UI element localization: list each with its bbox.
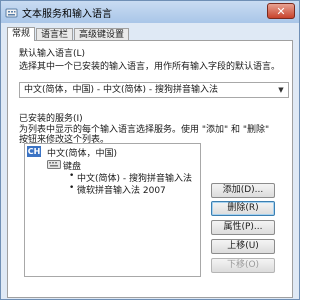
installed-services-tree[interactable]: CH 中文(简体，中国) 键盘 • 中文(简体) - 搜狗拼音输入法 • 微软拼… [24, 143, 201, 277]
keyboard-icon [47, 160, 61, 169]
tree-language-node[interactable]: 中文(简体，中国) [47, 146, 117, 159]
chevron-down-icon[interactable]: ▼ [274, 83, 288, 97]
remove-button[interactable]: 删除(R) [211, 201, 275, 216]
default-language-description: 选择其中一个已安装的输入语言，用作所有输入字段的默认语言。 [19, 62, 281, 72]
default-language-selected: 中文(简体，中国) - 中文(简体) - 搜狗拼音输入法 [24, 85, 218, 95]
close-button[interactable]: ✕ [267, 3, 295, 19]
tab-general[interactable]: 常规 [7, 27, 36, 41]
properties-button[interactable]: 属性(P)... [211, 220, 275, 235]
default-language-heading: 默认输入语言(L) [19, 49, 86, 59]
keyboard-globe-icon [5, 6, 18, 19]
tab-strip: 常规 语言栏 高级键设置 [7, 27, 130, 41]
move-down-button[interactable]: 下移(O) [211, 258, 275, 273]
close-icon: ✕ [276, 4, 286, 18]
tree-bullet-icon: • [69, 171, 75, 181]
window-title: 文本服务和输入语言 [22, 8, 112, 20]
move-up-button[interactable]: 上移(U) [211, 239, 275, 254]
add-button[interactable]: 添加(D)... [211, 183, 275, 198]
tree-bullet-icon: • [69, 183, 75, 193]
tree-service-item[interactable]: 微软拼音输入法 2007 [77, 183, 166, 196]
title-bar[interactable]: 文本服务和输入语言 ✕ [1, 1, 299, 23]
dialog-window: 文本服务和输入语言 ✕ 常规 语言栏 高级键设置 默认输入语言(L) 选择其中一… [0, 0, 300, 300]
default-language-dropdown[interactable]: 中文(简体，中国) - 中文(简体) - 搜狗拼音输入法 ▼ [19, 82, 289, 98]
language-badge: CH [27, 146, 41, 157]
